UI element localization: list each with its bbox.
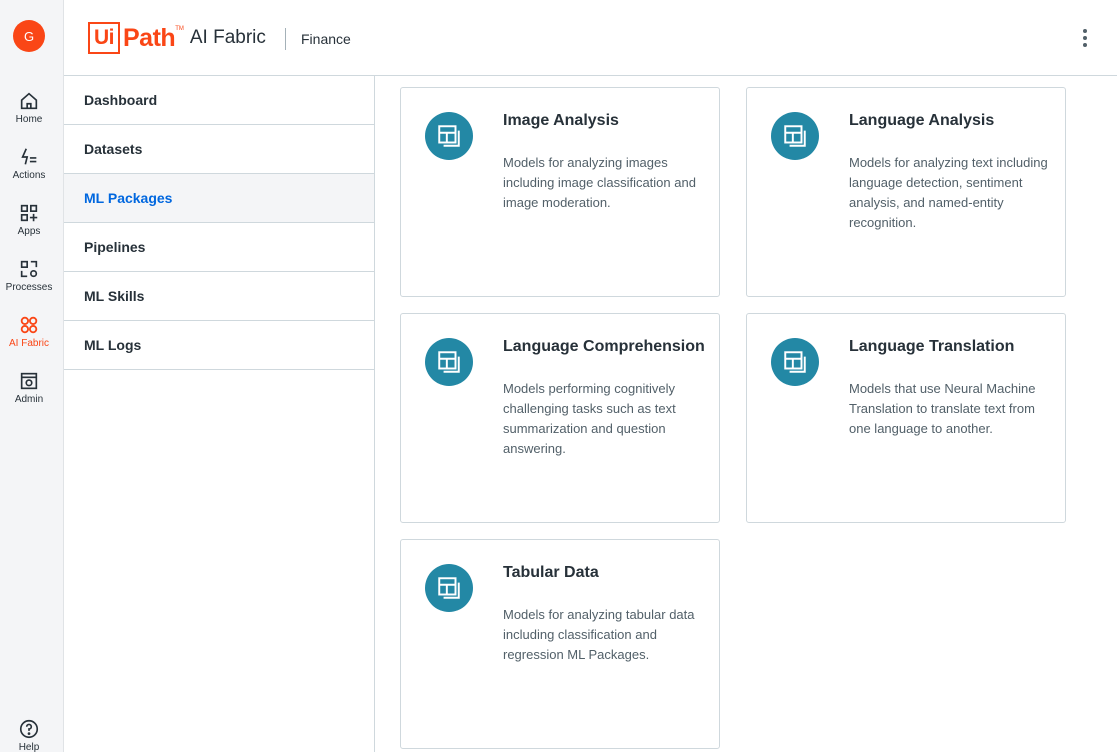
subnav-item-ml-packages[interactable]: ML Packages [64,174,374,223]
uipath-logo[interactable]: Ui Path TM AI Fabric [88,22,266,54]
rail-item-apps[interactable]: Apps [0,198,58,250]
logo-trademark: TM [175,26,184,32]
card-title: Image Analysis [503,112,619,129]
top-header: Ui Path TM AI Fabric Finance [64,0,1117,76]
rail-item-label: Apps [17,226,41,237]
processes-icon [20,260,38,278]
card-description: Models for analyzing text including lang… [849,155,1048,230]
subnav-item-datasets[interactable]: Datasets [64,125,374,174]
more-options-button[interactable] [1073,26,1097,50]
card-description: Models performing cognitively challengin… [503,381,676,456]
rail-item-ai-fabric[interactable]: AI Fabric [0,310,58,362]
more-vertical-icon [1083,29,1087,47]
home-icon [20,92,38,110]
subnav-item-ml-skills[interactable]: ML Skills [64,272,374,321]
card-title: Language Analysis [849,112,995,129]
product-name: AI Fabric [189,27,266,48]
package-icon [771,338,819,386]
rail-item-label: Help [18,742,40,752]
left-rail: G Home Actions Apps Processes AI Fabric … [0,0,64,752]
subnav-item-dashboard[interactable]: Dashboard [64,76,374,125]
rail-item-processes[interactable]: Processes [0,254,58,306]
admin-icon [20,372,38,390]
package-categories: Image Analysis Models for analyzing imag… [375,76,1117,752]
sub-navigation: Dashboard Datasets ML Packages Pipelines… [64,76,375,752]
package-icon [425,564,473,612]
rail-item-label: Home [15,114,43,125]
category-card-language-analysis[interactable]: Language Analysis Models for analyzing t… [746,87,1066,297]
card-description: Models for analyzing tabular data includ… [503,607,695,662]
avatar[interactable]: G [13,20,45,52]
rail-item-label: AI Fabric [8,338,49,349]
rail-item-label: Actions [12,170,46,181]
rail-item-help[interactable]: Help [0,714,58,752]
package-icon [425,112,473,160]
tenant-name[interactable]: Finance [301,31,351,47]
subnav-item-ml-logs[interactable]: ML Logs [64,321,374,370]
actions-icon [21,148,37,165]
card-title: Tabular Data [503,564,599,581]
category-card-image-analysis[interactable]: Image Analysis Models for analyzing imag… [400,87,720,297]
help-icon [19,719,39,739]
card-title: Language Translation [849,338,1015,355]
apps-icon [20,204,38,222]
header-divider [285,28,286,50]
subnav-item-pipelines[interactable]: Pipelines [64,223,374,272]
rail-item-label: Processes [5,282,53,293]
package-icon [425,338,473,386]
rail-item-actions[interactable]: Actions [0,142,58,194]
category-card-language-comprehension[interactable]: Language Comprehension Models performing… [400,313,720,523]
package-icon [771,112,819,160]
ai-fabric-icon [20,316,38,334]
logo-path-text: Path [123,23,176,52]
card-description: Models for analyzing images including im… [503,155,696,210]
card-description: Models that use Neural Machine Translati… [849,381,1036,436]
card-title: Language Comprehension [503,338,705,355]
category-card-tabular-data[interactable]: Tabular Data Models for analyzing tabula… [400,539,720,749]
logo-ui-box: Ui [88,22,120,54]
rail-item-admin[interactable]: Admin [0,366,58,418]
rail-item-home[interactable]: Home [0,86,58,138]
category-card-language-translation[interactable]: Language Translation Models that use Neu… [746,313,1066,523]
rail-item-label: Admin [14,394,44,405]
